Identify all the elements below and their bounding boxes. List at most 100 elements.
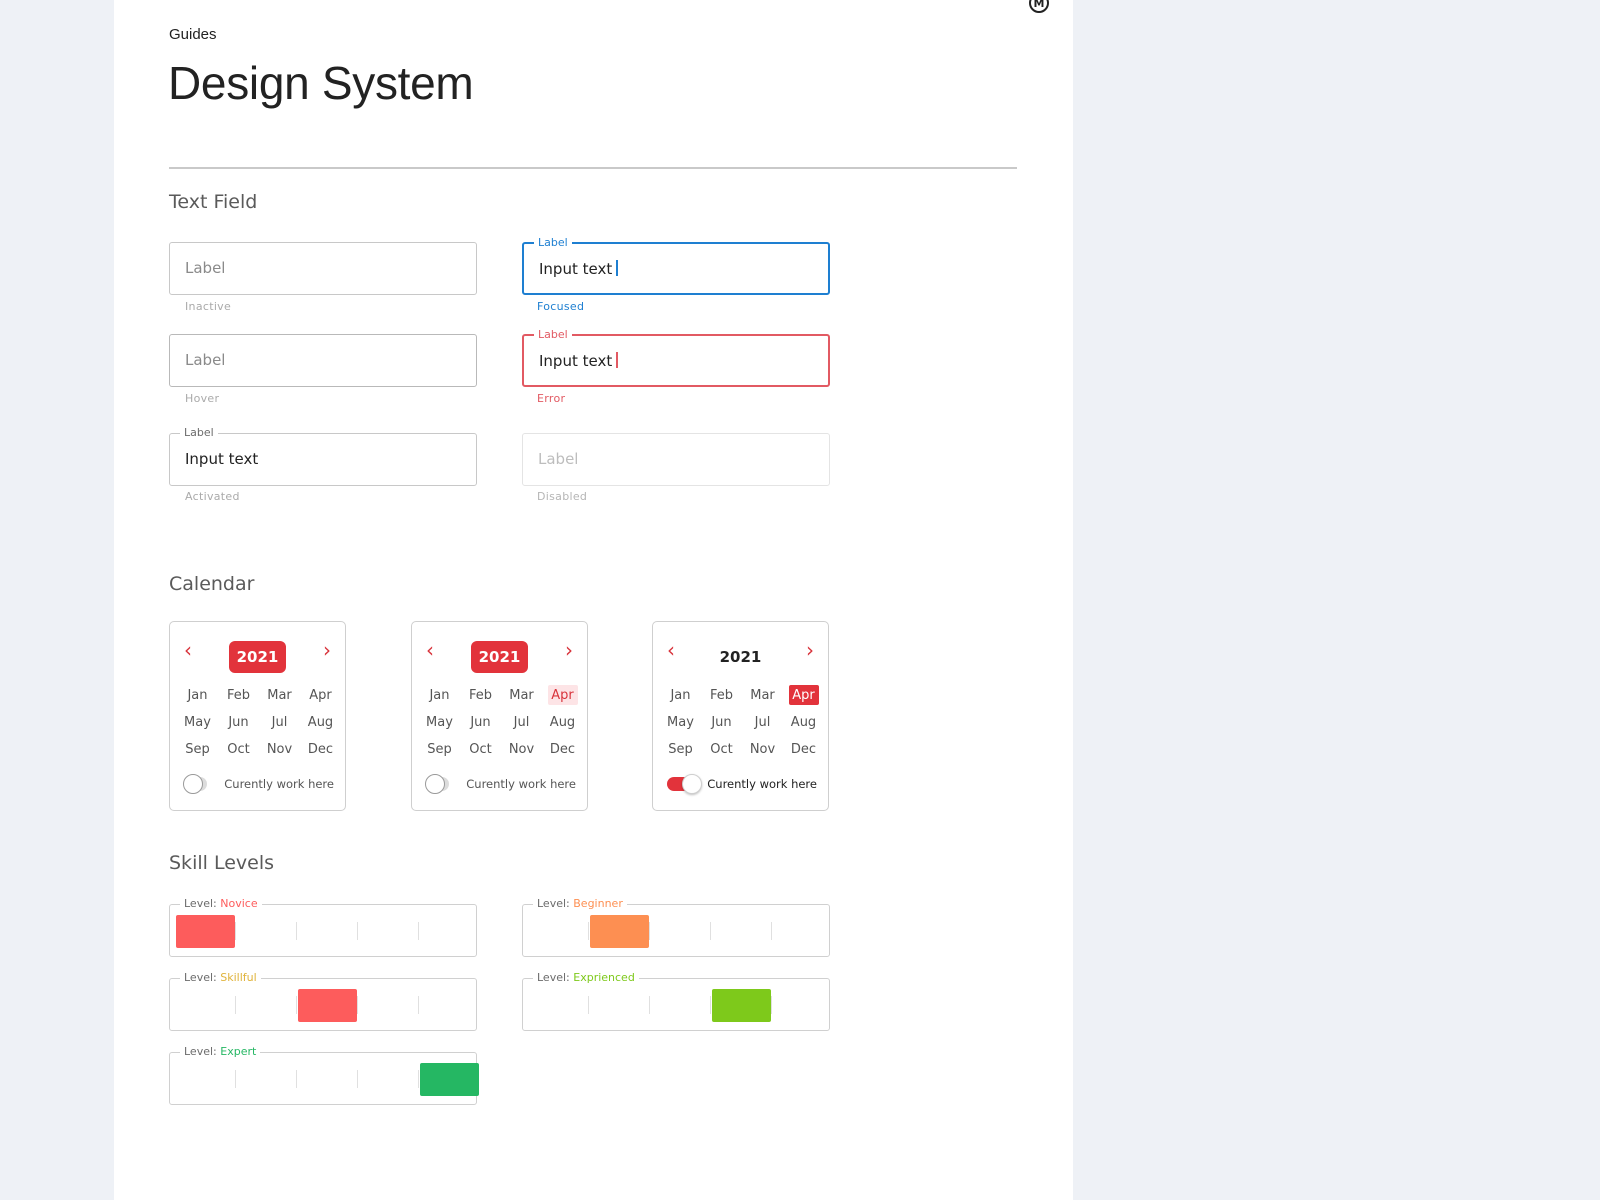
skill-level-label: Level: Exprienced: [533, 971, 639, 985]
text-field-error[interactable]: Label Input text: [522, 328, 830, 387]
skill-level-fill: [298, 989, 357, 1022]
month-option-dec[interactable]: Dec: [783, 739, 824, 759]
skill-scale-tick: [649, 922, 650, 940]
text-field-activated[interactable]: Label Input text: [169, 426, 477, 486]
month-option-nov[interactable]: Nov: [259, 739, 300, 759]
breadcrumb[interactable]: Guides: [169, 26, 217, 43]
chevron-right-icon[interactable]: ›: [800, 638, 820, 662]
month-option-mar[interactable]: Mar: [742, 685, 783, 705]
text-field-placeholder: Label: [185, 351, 226, 369]
text-field-state-label: Activated: [185, 490, 240, 503]
skill-level-bar[interactable]: Level: Skillful: [169, 971, 477, 1031]
skill-level-bar[interactable]: Level: Beginner: [522, 897, 830, 957]
month-grid: Jan Feb Mar Apr May Jun Jul Aug Sep Oct Nov Dec: [419, 685, 583, 759]
month-option-oct[interactable]: Oct: [701, 739, 742, 759]
month-option-dec[interactable]: Dec: [542, 739, 583, 759]
skill-scale-tick: [235, 1070, 236, 1088]
skill-level-fill: [176, 915, 235, 948]
toggle-label: Curently work here: [466, 777, 576, 791]
year-selector[interactable]: 2021: [712, 641, 769, 673]
text-field-value: Input text: [185, 450, 259, 468]
month-option-aug[interactable]: Aug: [783, 712, 824, 732]
month-option-mar[interactable]: Mar: [259, 685, 300, 705]
skill-level-prefix: Level:: [537, 897, 574, 910]
year-selector[interactable]: 2021: [229, 641, 286, 673]
month-option-jun[interactable]: Jun: [218, 712, 259, 732]
toggle-row: Curently work here: [425, 774, 576, 794]
month-option-feb[interactable]: Feb: [701, 685, 742, 705]
month-option-feb[interactable]: Feb: [218, 685, 259, 705]
month-option-jul[interactable]: Jul: [259, 712, 300, 732]
month-option-apr[interactable]: Apr: [547, 685, 578, 705]
month-option-nov[interactable]: Nov: [501, 739, 542, 759]
skill-level-label: Level: Beginner: [533, 897, 627, 911]
month-option-dec[interactable]: Dec: [300, 739, 341, 759]
text-field-state-label: Error: [537, 392, 566, 405]
text-field-float-label: Label: [534, 328, 572, 342]
toggle-row: Curently work here: [183, 774, 334, 794]
toggle-knob: [183, 774, 203, 794]
month-option-apr[interactable]: Apr: [788, 685, 819, 705]
month-option-may[interactable]: May: [660, 712, 701, 732]
skill-level-label: Level: Expert: [180, 1045, 261, 1059]
month-option-sep[interactable]: Sep: [177, 739, 218, 759]
chevron-right-icon[interactable]: ›: [317, 638, 337, 662]
month-option-jan[interactable]: Jan: [419, 685, 460, 705]
toggle-knob: [425, 774, 445, 794]
current-work-toggle[interactable]: [425, 774, 450, 794]
skill-level-bar[interactable]: Level: Expert: [169, 1045, 479, 1105]
text-field-state-label: Disabled: [537, 490, 588, 503]
skill-scale-tick: [771, 922, 772, 940]
month-option-jun[interactable]: Jun: [460, 712, 501, 732]
month-option-apr[interactable]: Apr: [300, 685, 341, 705]
skill-level-fill: [590, 915, 649, 948]
month-option-mar[interactable]: Mar: [501, 685, 542, 705]
calendar-card: ‹ 2021 › Jan Feb Mar Apr May Jun Jul Aug Sep Oct N…: [652, 621, 829, 811]
month-option-aug[interactable]: Aug: [542, 712, 583, 732]
skill-level-prefix: Level:: [184, 971, 221, 984]
skill-scale-tick: [235, 922, 236, 940]
month-option-oct[interactable]: Oct: [218, 739, 259, 759]
month-option-oct[interactable]: Oct: [460, 739, 501, 759]
text-field-value-wrap: Input text: [539, 352, 618, 370]
month-grid: Jan Feb Mar Apr May Jun Jul Aug Sep Oct Nov Dec: [660, 685, 824, 759]
year-selector[interactable]: 2021: [471, 641, 528, 673]
text-field-inactive[interactable]: Label: [169, 242, 477, 295]
text-field-value-wrap: Input text: [539, 260, 618, 278]
chevron-right-icon[interactable]: ›: [559, 638, 579, 662]
skill-scale-tick: [771, 996, 772, 1014]
skill-level-name: Exprienced: [573, 971, 635, 984]
skill-scale-tick: [710, 922, 711, 940]
toggle-row: Curently work here: [667, 774, 817, 794]
month-option-sep[interactable]: Sep: [419, 739, 460, 759]
month-option-may[interactable]: May: [419, 712, 460, 732]
text-field-hover[interactable]: Label: [169, 334, 477, 387]
text-caret: [616, 260, 618, 276]
month-option-may[interactable]: May: [177, 712, 218, 732]
calendar-card: ‹ 2021 › Jan Feb Mar Apr May Jun Jul Aug Sep Oct N…: [169, 621, 346, 811]
text-field-focused[interactable]: Label Input text: [522, 236, 830, 295]
current-work-toggle[interactable]: [667, 774, 702, 794]
chevron-left-icon[interactable]: ‹: [661, 638, 681, 662]
month-option-feb[interactable]: Feb: [460, 685, 501, 705]
chevron-left-icon[interactable]: ‹: [178, 638, 198, 662]
skill-level-label: Level: Skillful: [180, 971, 261, 985]
skill-scale-tick: [235, 996, 236, 1014]
month-option-jan[interactable]: Jan: [177, 685, 218, 705]
month-option-aug[interactable]: Aug: [300, 712, 341, 732]
skill-level-bar[interactable]: Level: Exprienced: [522, 971, 830, 1031]
chevron-left-icon[interactable]: ‹: [420, 638, 440, 662]
text-field-float-label: Label: [534, 236, 572, 250]
skill-scale-tick: [649, 996, 650, 1014]
month-option-jan[interactable]: Jan: [660, 685, 701, 705]
month-option-jun[interactable]: Jun: [701, 712, 742, 732]
calendar-card: ‹ 2021 › Jan Feb Mar Apr May Jun Jul Aug Sep Oct N…: [411, 621, 588, 811]
text-field-state-label: Focused: [537, 300, 585, 313]
skill-scale-tick: [588, 996, 589, 1014]
month-option-sep[interactable]: Sep: [660, 739, 701, 759]
month-option-jul[interactable]: Jul: [742, 712, 783, 732]
month-option-jul[interactable]: Jul: [501, 712, 542, 732]
current-work-toggle[interactable]: [183, 774, 208, 794]
skill-level-bar[interactable]: Level: Novice: [169, 897, 477, 957]
month-option-nov[interactable]: Nov: [742, 739, 783, 759]
